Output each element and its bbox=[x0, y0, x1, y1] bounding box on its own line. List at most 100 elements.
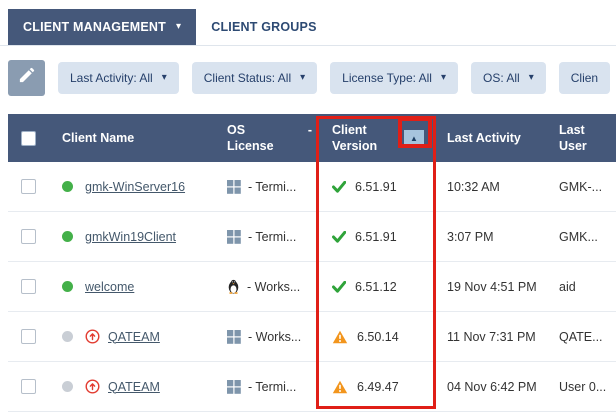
row-cell-client-name: QATEAM bbox=[50, 329, 215, 344]
license-type-text: - Termi... bbox=[248, 380, 296, 394]
header-cell-os-license[interactable]: OS - License bbox=[215, 122, 320, 155]
filter-last-activity[interactable]: Last Activity: All ▾ bbox=[58, 62, 179, 94]
row-checkbox[interactable] bbox=[21, 279, 36, 294]
table-row: QATEAM - Works... 6.50.14 11 Nov 7:31 PM… bbox=[8, 312, 616, 362]
row-cell-checkbox bbox=[8, 229, 50, 244]
chevron-down-icon: ▾ bbox=[300, 73, 305, 83]
table-row: gmkWin19Client - Termi... 6.51.91 3:07 P… bbox=[8, 212, 616, 262]
filter-client-status[interactable]: Client Status: All ▾ bbox=[192, 62, 317, 94]
status-online-icon bbox=[62, 181, 73, 192]
pencil-icon bbox=[18, 67, 35, 89]
last-user-text: User 0... bbox=[559, 380, 606, 394]
client-name-link[interactable]: gmk-WinServer16 bbox=[85, 180, 185, 194]
filter-license-type-label: License Type: All bbox=[342, 71, 432, 85]
edit-button[interactable] bbox=[8, 60, 45, 96]
row-cell-last-user: aid bbox=[547, 280, 616, 294]
filter-client-status-label: Client Status: All bbox=[204, 71, 291, 85]
check-icon bbox=[332, 231, 346, 243]
row-cell-client-version: 6.51.91 bbox=[320, 230, 435, 244]
row-cell-checkbox bbox=[8, 329, 50, 344]
tab-bar: CLIENT MANAGEMENT ▾ CLIENT GROUPS bbox=[0, 0, 616, 46]
row-cell-last-activity: 10:32 AM bbox=[435, 180, 547, 194]
client-name-link[interactable]: QATEAM bbox=[108, 380, 160, 394]
filter-client-version[interactable]: Clien bbox=[559, 62, 610, 94]
row-cell-last-activity: 04 Nov 6:42 PM bbox=[435, 380, 547, 394]
row-cell-last-activity: 3:07 PM bbox=[435, 230, 547, 244]
last-user-header-label: Last User bbox=[559, 122, 595, 155]
client-version-text: 6.51.91 bbox=[355, 230, 397, 244]
row-cell-checkbox bbox=[8, 179, 50, 194]
client-name-link[interactable]: gmkWin19Client bbox=[85, 230, 176, 244]
row-cell-checkbox bbox=[8, 279, 50, 294]
client-name-link[interactable]: QATEAM bbox=[108, 330, 160, 344]
row-cell-os-license: - Termi... bbox=[215, 230, 320, 244]
header-cell-last-user[interactable]: Last User bbox=[547, 122, 616, 155]
row-cell-last-user: GMK... bbox=[547, 230, 616, 244]
last-activity-text: 3:07 PM bbox=[447, 230, 494, 244]
row-cell-checkbox bbox=[8, 379, 50, 394]
select-all-checkbox[interactable] bbox=[21, 131, 36, 146]
filter-toolbar: Last Activity: All ▾ Client Status: All … bbox=[0, 46, 616, 114]
client-name-link[interactable]: welcome bbox=[85, 280, 134, 294]
upgrade-available-icon bbox=[85, 379, 100, 394]
windows-icon bbox=[227, 380, 241, 394]
table-row: gmk-WinServer16 - Termi... 6.51.91 10:32… bbox=[8, 162, 616, 212]
check-icon bbox=[332, 281, 346, 293]
row-checkbox[interactable] bbox=[21, 329, 36, 344]
filter-os[interactable]: OS: All ▾ bbox=[471, 62, 546, 94]
row-cell-last-activity: 11 Nov 7:31 PM bbox=[435, 330, 547, 344]
windows-icon bbox=[227, 230, 241, 244]
warning-triangle-icon bbox=[332, 330, 348, 344]
row-cell-client-name: gmk-WinServer16 bbox=[50, 180, 215, 194]
last-activity-text: 04 Nov 6:42 PM bbox=[447, 380, 537, 394]
row-cell-client-name: QATEAM bbox=[50, 379, 215, 394]
license-type-text: - Termi... bbox=[248, 180, 296, 194]
last-user-text: GMK... bbox=[559, 230, 598, 244]
chevron-down-icon: ▾ bbox=[176, 22, 181, 32]
last-user-text: GMK-... bbox=[559, 180, 602, 194]
license-type-text: - Works... bbox=[248, 330, 301, 344]
row-checkbox[interactable] bbox=[21, 379, 36, 394]
status-offline-icon bbox=[62, 381, 73, 392]
row-checkbox[interactable] bbox=[21, 179, 36, 194]
windows-icon bbox=[227, 180, 241, 194]
header-cell-client-name[interactable]: Client Name bbox=[50, 131, 215, 145]
status-online-icon bbox=[62, 231, 73, 242]
row-checkbox[interactable] bbox=[21, 229, 36, 244]
filter-client-version-label: Clien bbox=[571, 71, 598, 85]
sort-ascending-button[interactable]: ▲ bbox=[404, 130, 424, 147]
license-type-text: - Works... bbox=[247, 280, 300, 294]
header-cell-checkbox bbox=[8, 131, 50, 146]
tab-client-management[interactable]: CLIENT MANAGEMENT ▾ bbox=[8, 9, 196, 45]
last-activity-text: 11 Nov 7:31 PM bbox=[447, 330, 536, 344]
chevron-down-icon: ▾ bbox=[162, 73, 167, 83]
windows-icon bbox=[227, 330, 241, 344]
client-version-text: 6.51.12 bbox=[355, 280, 397, 294]
table-row: welcome - Works... 6.51.12 19 Nov 4:51 P… bbox=[8, 262, 616, 312]
column-divider-dash: - bbox=[308, 122, 312, 138]
header-cell-last-activity[interactable]: Last Activity bbox=[435, 131, 547, 145]
last-activity-text: 10:32 AM bbox=[447, 180, 500, 194]
row-cell-client-version: 6.51.12 bbox=[320, 280, 435, 294]
header-cell-client-version[interactable]: Client Version ▲ bbox=[320, 122, 435, 155]
os-header-label: OS bbox=[227, 122, 245, 138]
linux-penguin-icon bbox=[227, 279, 240, 294]
tab-client-groups-label: CLIENT GROUPS bbox=[211, 20, 316, 34]
row-cell-client-version: 6.50.14 bbox=[320, 330, 435, 344]
row-cell-os-license: - Termi... bbox=[215, 380, 320, 394]
row-cell-last-user: GMK-... bbox=[547, 180, 616, 194]
license-type-text: - Termi... bbox=[248, 230, 296, 244]
row-cell-os-license: - Works... bbox=[215, 330, 320, 344]
table-header-row: Client Name OS - License Client Version … bbox=[8, 114, 616, 162]
client-version-text: 6.49.47 bbox=[357, 380, 399, 394]
last-user-text: aid bbox=[559, 280, 576, 294]
filter-license-type[interactable]: License Type: All ▾ bbox=[330, 62, 458, 94]
client-version-text: 6.51.91 bbox=[355, 180, 397, 194]
tab-client-groups[interactable]: CLIENT GROUPS bbox=[196, 9, 331, 45]
license-header-label: License bbox=[227, 139, 274, 153]
status-offline-icon bbox=[62, 331, 73, 342]
check-icon bbox=[332, 181, 346, 193]
upgrade-available-icon bbox=[85, 329, 100, 344]
client-version-header-label: Client Version bbox=[332, 122, 388, 155]
last-activity-header-label: Last Activity bbox=[447, 131, 521, 145]
